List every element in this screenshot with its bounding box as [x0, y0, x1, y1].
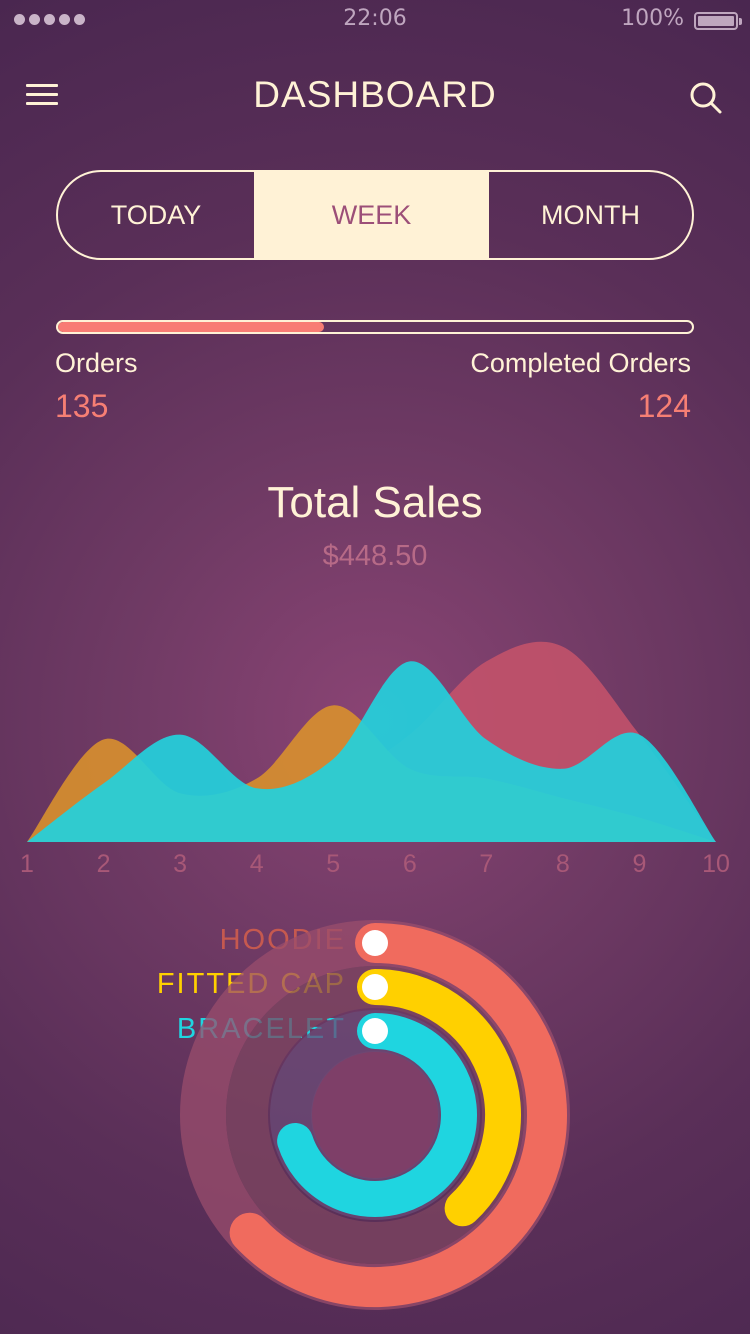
- battery-percent: 100%: [621, 6, 684, 31]
- x-tick-label: 10: [702, 850, 730, 878]
- tab-week[interactable]: WEEK: [254, 172, 489, 258]
- orders-progress-bar: [56, 320, 694, 334]
- x-tick-label: 4: [250, 850, 264, 878]
- tab-month[interactable]: MONTH: [489, 172, 692, 258]
- chart-x-axis: 1 2 3 4 5 6 7 8 9 10: [20, 850, 730, 878]
- page-title: DASHBOARD: [253, 74, 497, 115]
- total-sales-title: Total Sales: [267, 478, 483, 527]
- hoodie-ring-start-dot: [362, 930, 388, 956]
- tab-today[interactable]: TODAY: [58, 172, 254, 258]
- x-tick-label: 5: [326, 850, 340, 878]
- period-segmented-control: TODAY WEEK MONTH: [56, 170, 694, 260]
- battery-icon: [694, 12, 742, 30]
- x-tick-label: 2: [97, 850, 111, 878]
- fitted-cap-ring-start-dot: [362, 974, 388, 1000]
- completed-orders-label: Completed Orders: [470, 348, 691, 378]
- total-sales-value: $448.50: [322, 540, 428, 572]
- x-tick-label: 7: [479, 850, 493, 878]
- x-tick-label: 3: [173, 850, 187, 878]
- status-bar: 22:06 100%: [0, 0, 750, 42]
- orders-progress-fill: [58, 322, 325, 332]
- orders-value: 135: [55, 388, 109, 424]
- completed-orders-value: 124: [637, 388, 691, 424]
- search-icon[interactable]: [688, 80, 724, 116]
- x-tick-label: 8: [556, 850, 570, 878]
- bracelet-ring-start-dot: [362, 1018, 388, 1044]
- x-tick-label: 1: [20, 850, 34, 878]
- x-tick-label: 9: [632, 850, 646, 878]
- x-tick-label: 6: [403, 850, 417, 878]
- product-ring-chart: [180, 920, 570, 1310]
- orders-label: Orders: [55, 348, 138, 378]
